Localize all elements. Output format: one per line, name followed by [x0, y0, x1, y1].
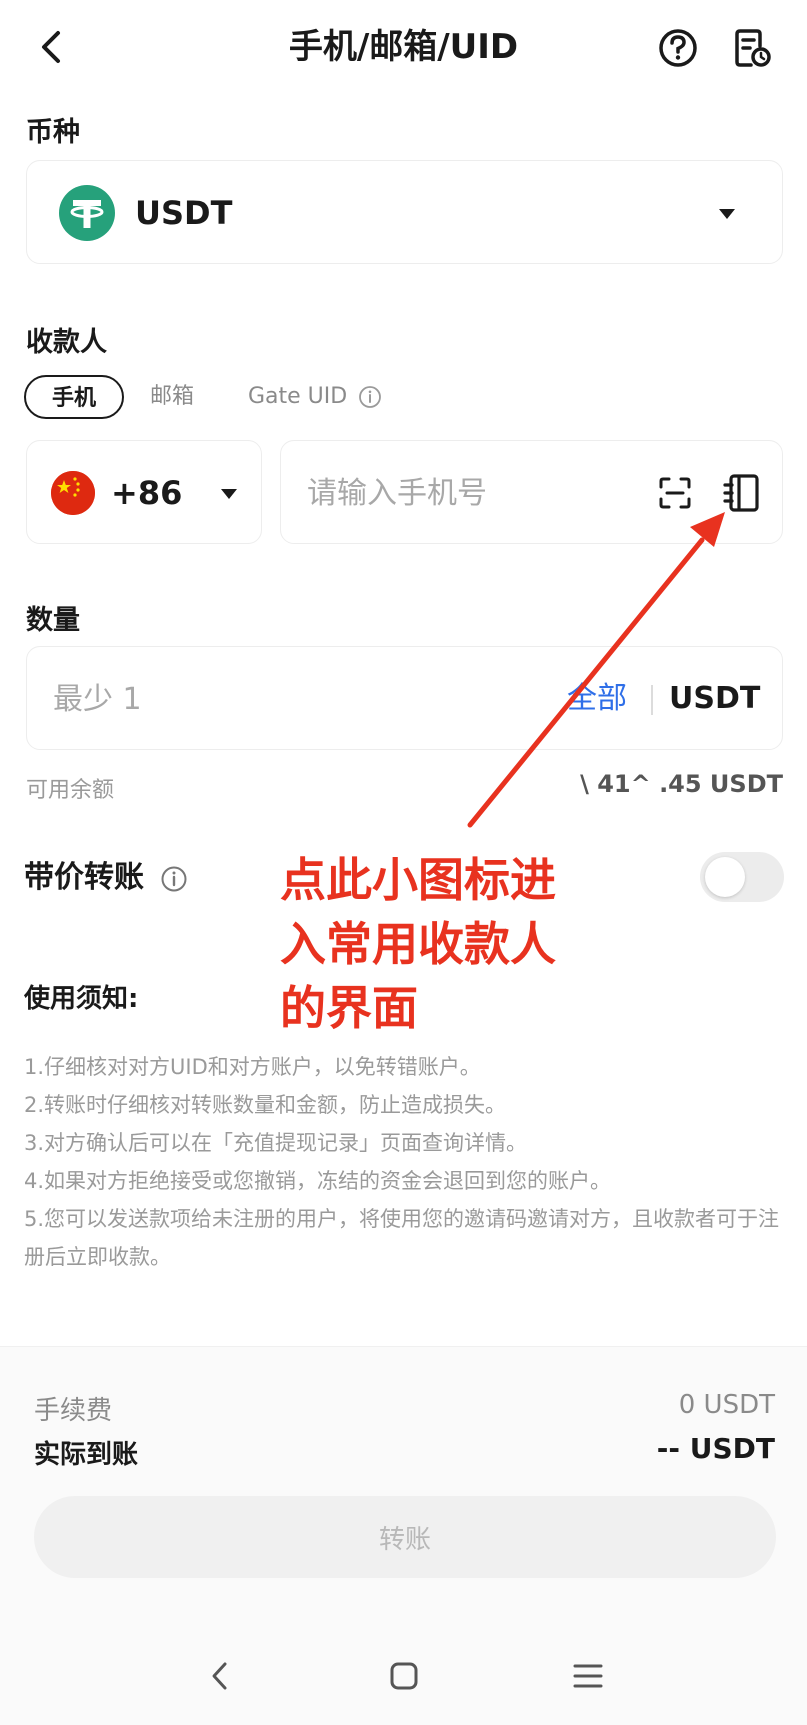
contacts-book-button[interactable] — [721, 471, 761, 515]
priced-transfer-label: 带价转账 — [24, 860, 144, 895]
amount-input[interactable] — [53, 675, 473, 723]
question-circle-icon — [659, 29, 697, 67]
amount-field: 全部 USDT — [26, 646, 783, 750]
nav-home-icon — [390, 1662, 418, 1690]
transfer-button[interactable]: 转账 — [34, 1496, 776, 1578]
tab-gate-uid[interactable]: Gate UID — [248, 375, 382, 419]
tab-phone[interactable]: 手机 — [24, 375, 124, 419]
address-book-icon — [723, 474, 759, 512]
transfer-record-icon — [735, 29, 771, 67]
currency-label: 币种 — [26, 117, 80, 148]
info-icon[interactable] — [160, 865, 188, 893]
tab-email[interactable]: 邮箱 — [150, 375, 194, 419]
balance-value: \ 41^ .45 USDT — [580, 770, 783, 798]
scan-button[interactable] — [655, 473, 695, 513]
caret-down-icon — [221, 489, 237, 499]
country-code-select[interactable]: +86 — [26, 440, 262, 544]
actual-received-label: 实际到账 — [34, 1440, 139, 1470]
country-code: +86 — [111, 474, 183, 512]
header: 手机/邮箱/UID — [0, 0, 807, 96]
phone-field — [280, 440, 783, 544]
system-nav-bar — [0, 1628, 807, 1725]
notice-item: 1.仔细核对对方UID和对方账户，以免转错账户。 — [24, 1055, 481, 1079]
notice-list: 1.仔细核对对方UID和对方账户，以免转错账户。 2.转账时仔细核对转账数量和金… — [24, 1048, 784, 1276]
tab-gate-uid-label: Gate UID — [248, 384, 348, 409]
scan-icon — [659, 477, 691, 509]
notice-item: 2.转账时仔细核对转账数量和金额，防止造成损失。 — [24, 1093, 507, 1117]
actual-received-value: -- USDT — [656, 1432, 775, 1465]
nav-menu-icon — [573, 1664, 603, 1688]
currency-select[interactable]: USDT — [26, 160, 783, 264]
fee-label: 手续费 — [34, 1396, 113, 1426]
info-icon — [359, 386, 382, 408]
nav-menu-button[interactable] — [558, 1648, 618, 1704]
fee-value: 0 USDT — [678, 1390, 775, 1420]
china-flag-icon — [51, 471, 95, 515]
nav-back-button[interactable] — [190, 1648, 250, 1704]
annotation-text: 点此小图标进 入常用收款人 的界面 — [280, 853, 556, 1035]
notice-item: 3.对方确认后可以在「充值提现记录」页面查询详情。 — [24, 1131, 528, 1155]
notice-item: 5.您可以发送款项给未注册的用户，将使用您的邀请码邀请对方，且收款者可于注册后立… — [24, 1207, 780, 1269]
phone-input[interactable] — [307, 469, 637, 517]
all-amount-button[interactable]: 全部 — [567, 677, 627, 721]
caret-down-icon — [719, 209, 735, 219]
currency-name: USDT — [135, 194, 233, 232]
recipient-label: 收款人 — [26, 327, 107, 358]
notice-title: 使用须知: — [24, 984, 139, 1014]
priced-transfer-toggle[interactable] — [700, 852, 784, 902]
transfer-record-button[interactable] — [730, 26, 774, 70]
help-button[interactable] — [656, 26, 700, 70]
amount-label: 数量 — [26, 605, 80, 636]
toggle-knob — [705, 857, 745, 897]
balance-label: 可用余额 — [26, 778, 115, 803]
usdt-logo-icon — [59, 185, 115, 241]
divider — [651, 685, 653, 715]
amount-unit: USDT — [669, 681, 761, 716]
notice-item: 4.如果对方拒绝接受或您撤销，冻结的资金会退回到您的账户。 — [24, 1169, 612, 1193]
nav-back-icon — [212, 1662, 227, 1690]
priced-transfer-row: 带价转账 — [24, 858, 188, 898]
nav-home-button[interactable] — [374, 1648, 434, 1704]
